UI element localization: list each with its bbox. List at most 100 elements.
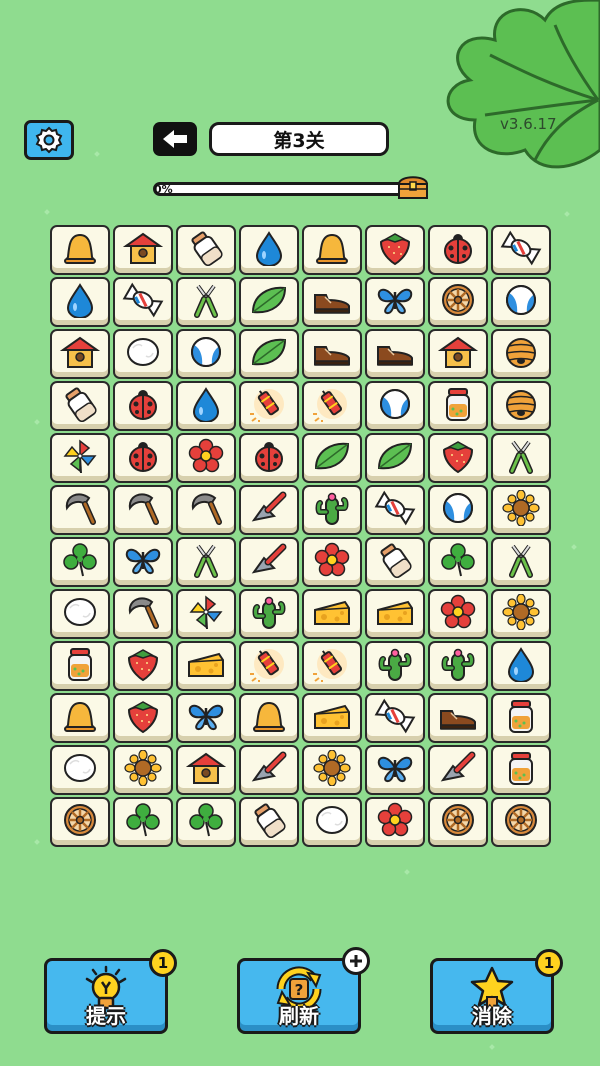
- tile[interactable]: [113, 589, 173, 639]
- tile[interactable]: [176, 277, 236, 327]
- tile[interactable]: [365, 693, 425, 743]
- back-button[interactable]: [153, 122, 197, 156]
- tile[interactable]: [302, 641, 362, 691]
- refresh-button[interactable]: ? 刷新: [237, 947, 370, 1034]
- hint-button[interactable]: 提示 1: [44, 949, 177, 1034]
- tile[interactable]: [239, 537, 299, 587]
- tile[interactable]: [239, 225, 299, 275]
- tile[interactable]: [491, 277, 551, 327]
- tile[interactable]: [50, 745, 110, 795]
- tile[interactable]: [428, 433, 488, 483]
- tile[interactable]: [50, 277, 110, 327]
- tile[interactable]: [239, 745, 299, 795]
- tile[interactable]: [50, 329, 110, 379]
- tile[interactable]: [302, 797, 362, 847]
- tile[interactable]: [491, 485, 551, 535]
- tile[interactable]: [239, 277, 299, 327]
- tile[interactable]: [428, 537, 488, 587]
- tile[interactable]: [428, 225, 488, 275]
- tile[interactable]: [176, 745, 236, 795]
- tile[interactable]: [50, 693, 110, 743]
- tile[interactable]: [365, 537, 425, 587]
- tile[interactable]: [302, 225, 362, 275]
- tile[interactable]: [428, 693, 488, 743]
- tile[interactable]: [176, 329, 236, 379]
- tile[interactable]: [113, 225, 173, 275]
- tile[interactable]: [302, 745, 362, 795]
- tile[interactable]: [302, 277, 362, 327]
- tile[interactable]: [302, 589, 362, 639]
- tile[interactable]: [113, 485, 173, 535]
- tile[interactable]: [365, 589, 425, 639]
- tile[interactable]: [491, 329, 551, 379]
- tile[interactable]: [491, 433, 551, 483]
- tile[interactable]: [491, 797, 551, 847]
- tile[interactable]: [239, 797, 299, 847]
- tile[interactable]: [365, 797, 425, 847]
- tile[interactable]: [239, 693, 299, 743]
- tile[interactable]: [365, 381, 425, 431]
- tile[interactable]: [50, 381, 110, 431]
- tile[interactable]: [50, 485, 110, 535]
- tile[interactable]: [113, 537, 173, 587]
- tile[interactable]: [491, 537, 551, 587]
- tile[interactable]: [302, 329, 362, 379]
- tile[interactable]: [428, 485, 488, 535]
- tile[interactable]: [491, 641, 551, 691]
- tile[interactable]: [50, 589, 110, 639]
- tile[interactable]: [176, 797, 236, 847]
- tile[interactable]: [302, 693, 362, 743]
- tile[interactable]: [365, 277, 425, 327]
- tile[interactable]: [239, 329, 299, 379]
- tile[interactable]: [113, 381, 173, 431]
- tile[interactable]: [50, 433, 110, 483]
- tile[interactable]: [239, 641, 299, 691]
- tile[interactable]: [302, 485, 362, 535]
- tile[interactable]: [50, 225, 110, 275]
- tile[interactable]: [365, 485, 425, 535]
- tile[interactable]: [239, 433, 299, 483]
- tile[interactable]: [239, 485, 299, 535]
- tile[interactable]: [113, 641, 173, 691]
- tile[interactable]: [176, 641, 236, 691]
- tile[interactable]: [428, 589, 488, 639]
- tile[interactable]: [365, 433, 425, 483]
- tile[interactable]: [113, 329, 173, 379]
- tile[interactable]: [428, 745, 488, 795]
- add-refresh-badge[interactable]: [342, 947, 370, 975]
- tile[interactable]: [176, 485, 236, 535]
- tile[interactable]: [176, 381, 236, 431]
- tile[interactable]: [491, 745, 551, 795]
- tile[interactable]: [176, 433, 236, 483]
- tile[interactable]: [365, 641, 425, 691]
- tile[interactable]: [113, 693, 173, 743]
- tile[interactable]: [239, 381, 299, 431]
- tile[interactable]: [491, 589, 551, 639]
- tile[interactable]: [302, 433, 362, 483]
- tile[interactable]: [428, 797, 488, 847]
- tile[interactable]: [50, 641, 110, 691]
- tile[interactable]: [365, 329, 425, 379]
- tile[interactable]: [176, 225, 236, 275]
- tile[interactable]: [491, 381, 551, 431]
- tile[interactable]: [365, 225, 425, 275]
- tile[interactable]: [302, 537, 362, 587]
- tile[interactable]: [428, 641, 488, 691]
- tile[interactable]: [491, 693, 551, 743]
- tile[interactable]: [113, 797, 173, 847]
- tile[interactable]: [113, 277, 173, 327]
- remove-button[interactable]: 消除 1: [430, 949, 563, 1034]
- tile[interactable]: [50, 797, 110, 847]
- tile[interactable]: [428, 277, 488, 327]
- tile[interactable]: [428, 329, 488, 379]
- tile[interactable]: [365, 745, 425, 795]
- tile[interactable]: [239, 589, 299, 639]
- tile[interactable]: [302, 381, 362, 431]
- tile[interactable]: [491, 225, 551, 275]
- settings-button[interactable]: [24, 120, 74, 160]
- tile[interactable]: [176, 537, 236, 587]
- tile[interactable]: [176, 693, 236, 743]
- tile[interactable]: [113, 745, 173, 795]
- tile[interactable]: [176, 589, 236, 639]
- tile[interactable]: [113, 433, 173, 483]
